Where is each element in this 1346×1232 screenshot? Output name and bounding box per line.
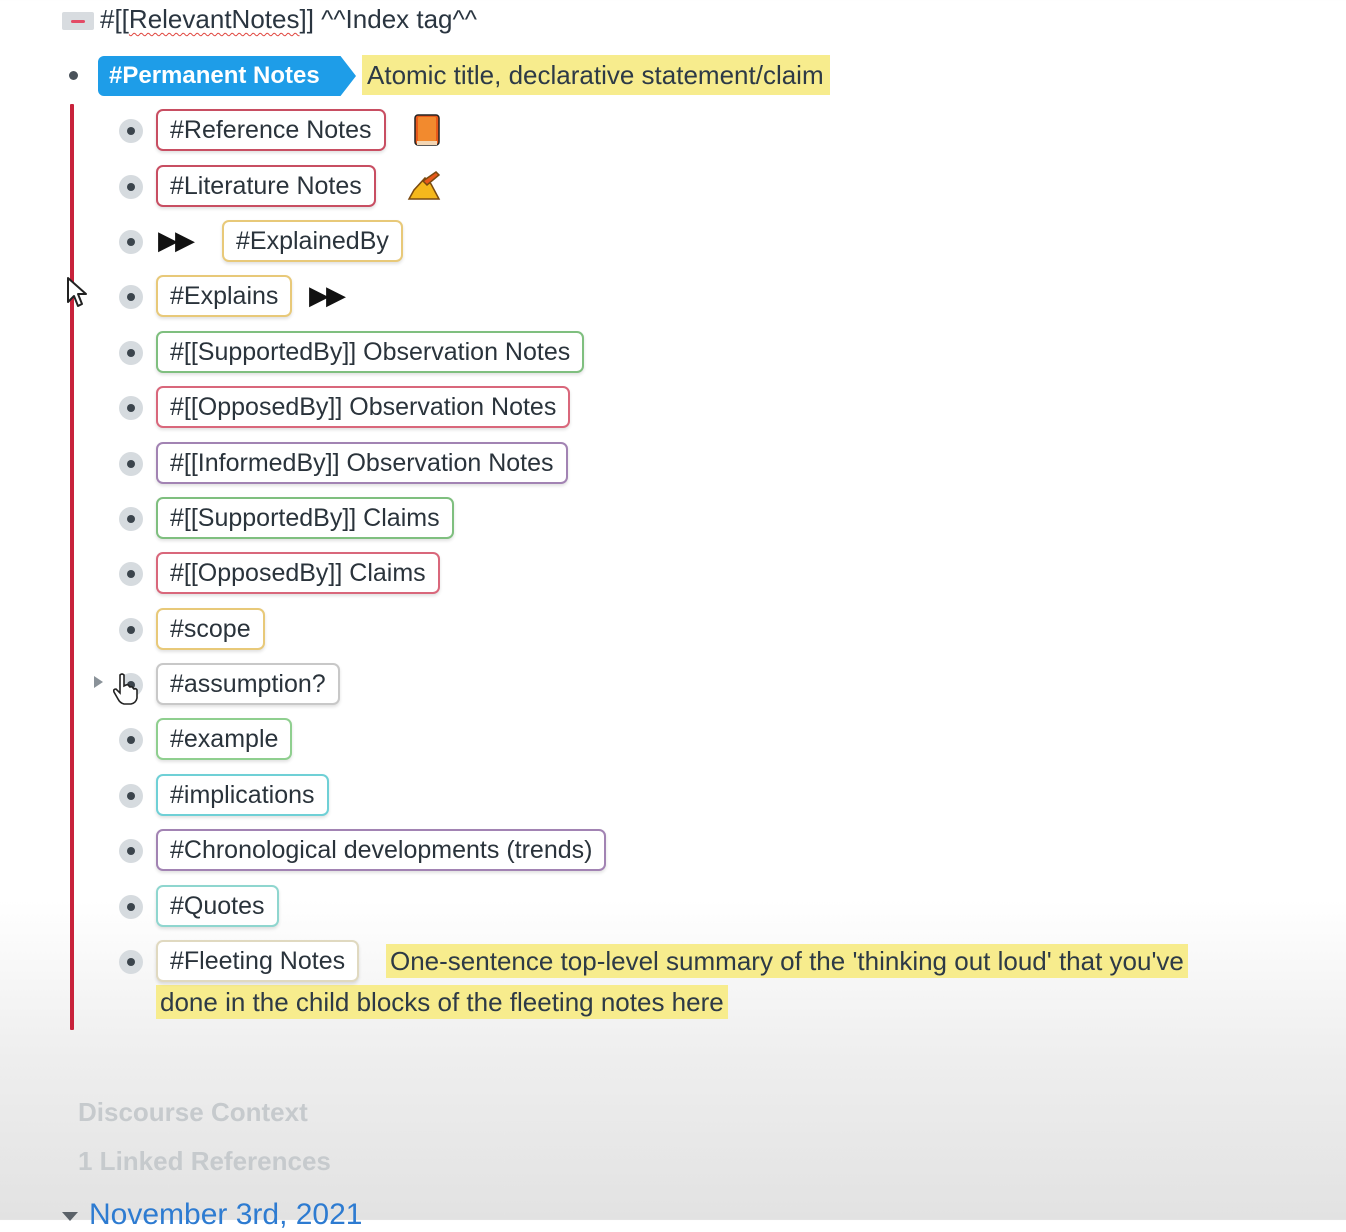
child-bullet[interactable] [119,341,143,365]
child-bullet[interactable] [119,285,143,309]
discourse-context-heading[interactable]: Discourse Context [78,1097,308,1128]
child-bullet[interactable] [119,507,143,531]
explains-tag[interactable]: #Explains [156,275,293,317]
writing-hand-icon [407,171,441,200]
child-bullet[interactable] [119,728,143,752]
example-tag[interactable]: #example [156,718,293,760]
child-bullet[interactable] [119,396,143,420]
hand-pointer-icon [112,673,138,705]
double-play-icon: ▶▶ [158,225,195,255]
linked-references-heading[interactable]: 1 Linked References [78,1146,331,1177]
mouse-pointer-icon [67,277,87,307]
double-play-icon: ▶▶ [309,280,346,310]
opposed-by-claims-tag[interactable]: #[[OpposedBy]] Claims [156,552,440,594]
reference-notes-tag[interactable]: #Reference Notes [156,109,386,151]
supported-by-observation-notes-tag[interactable]: #[[SupportedBy]] Observation Notes [156,331,585,373]
date-page-link[interactable]: November 3rd, 2021 [89,1198,363,1232]
scope-tag[interactable]: #scope [156,608,265,650]
child-bullet[interactable] [119,175,143,199]
child-bullet[interactable] [119,562,143,586]
opposed-by-observation-notes-tag[interactable]: #[[OpposedBy]] Observation Notes [156,386,571,428]
tag-bracket-open: #[[ [100,4,129,34]
book-icon [414,114,440,146]
child-indent-line[interactable] [70,104,74,1030]
relevant-notes-link[interactable]: RelevantNotes [129,4,300,34]
permanent-notes-description: Atomic title, declarative statement/clai… [362,55,830,95]
implications-tag[interactable]: #implications [156,774,329,816]
informed-by-observation-notes-tag[interactable]: #[[InformedBy]] Observation Notes [156,442,568,484]
child-bullet[interactable] [119,618,143,642]
collapse-minus-icon[interactable] [62,12,94,30]
fleeting-notes-tag[interactable]: #Fleeting Notes [156,940,360,982]
permanent-notes-tag[interactable]: #Permanent Notes [98,56,356,96]
child-bullet[interactable] [119,895,143,919]
explained-by-tag[interactable]: #ExplainedBy [222,220,403,262]
page-header-line: #[[RelevantNotes]] ^^Index tag^^ [100,4,477,35]
child-bullet[interactable] [119,950,143,974]
tag-bracket-close: ]] [299,4,314,34]
child-bullet[interactable] [119,230,143,254]
block-bullet[interactable] [69,71,78,80]
supported-by-claims-tag[interactable]: #[[SupportedBy]] Claims [156,497,454,539]
chronological-developments-tag[interactable]: #Chronological developments (trends) [156,829,607,871]
child-bullet[interactable] [119,452,143,476]
literature-notes-tag[interactable]: #Literature Notes [156,165,376,207]
index-tag-text: ^^Index tag^^ [313,4,477,34]
child-bullet[interactable] [119,839,143,863]
expand-caret-icon[interactable] [94,676,103,688]
assumption-tag[interactable]: #assumption? [156,663,340,705]
child-bullet[interactable] [119,784,143,808]
quotes-tag[interactable]: #Quotes [156,885,279,927]
child-bullet[interactable] [119,119,143,143]
